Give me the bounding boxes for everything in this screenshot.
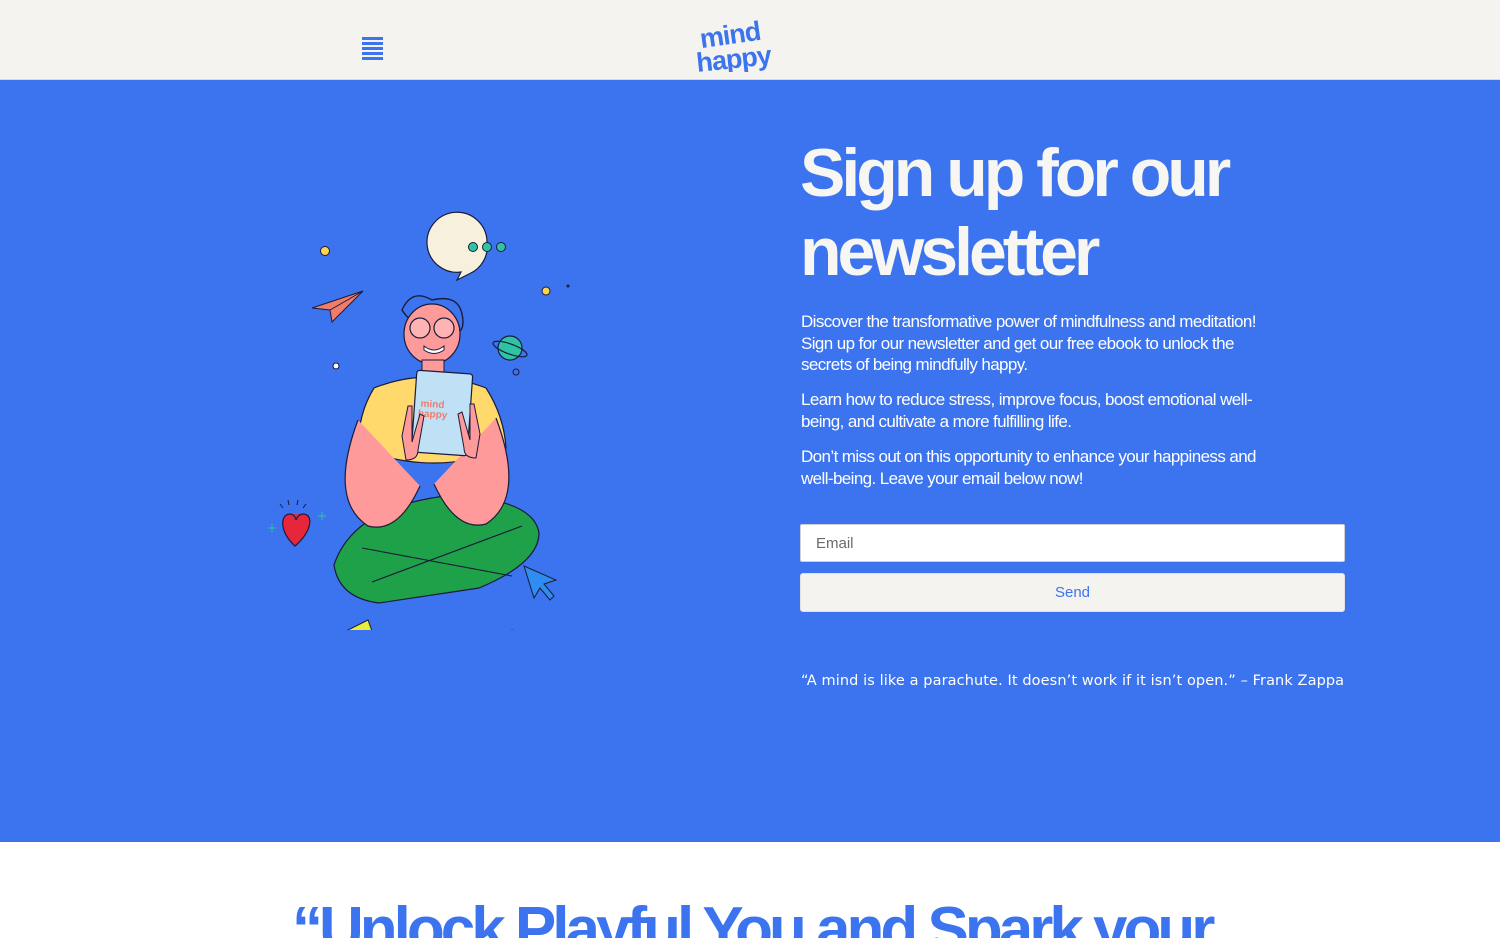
dot-decoration (332, 362, 340, 370)
paper-plane-icon (311, 290, 364, 324)
send-button[interactable]: Send (800, 573, 1345, 612)
site-header: mind happy (0, 0, 1500, 80)
hamburger-menu-icon[interactable] (362, 37, 383, 60)
quote-text: “A mind is like a parachute. It doesn’t … (801, 673, 1345, 689)
dot-decoration (320, 246, 330, 256)
email-field[interactable] (800, 524, 1345, 562)
speech-bubble-icon (426, 211, 506, 282)
dot-decoration (541, 286, 551, 296)
mindhappy-logo[interactable]: mind happy (694, 16, 808, 72)
planet-icon (492, 335, 528, 361)
call-to-action-paragraph: Don’t miss out on this opportunity to en… (801, 447, 1257, 488)
dot-decoration (512, 368, 520, 376)
cursor-arrow-icon (523, 565, 558, 601)
heart-icon (268, 499, 326, 547)
benefits-paragraph: Learn how to reduce stress, improve focu… (801, 390, 1253, 431)
next-section-heading: “Unlock Playful You and Spark your (292, 895, 1215, 938)
newsletter-section: mind happy Sign up for our newsletter Di… (0, 80, 1500, 842)
meditating-person-illustration: mind happy (268, 211, 570, 630)
newsletter-title: Sign up for our newsletter (800, 135, 1231, 290)
intro-paragraph: Discover the transformative power of min… (801, 312, 1256, 374)
dot-decoration (566, 284, 570, 288)
